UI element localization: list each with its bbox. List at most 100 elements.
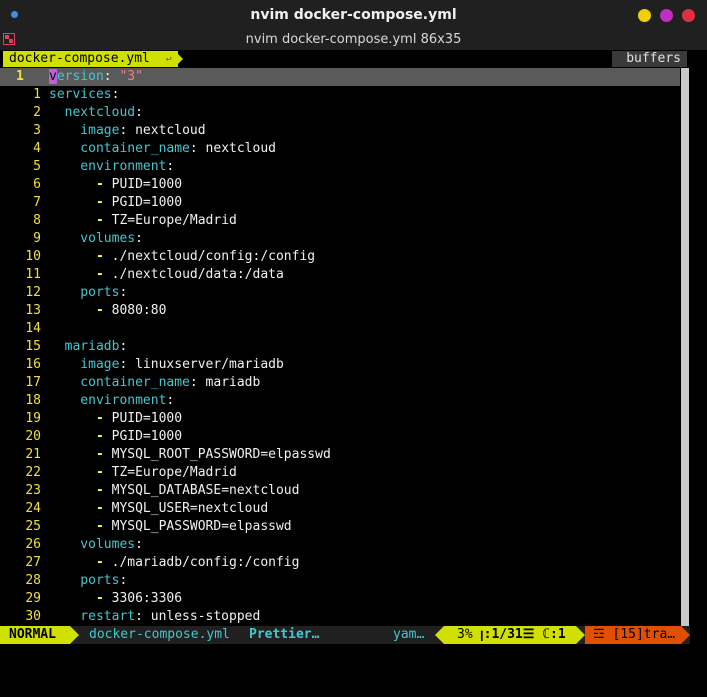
line-number: 5 — [33, 159, 41, 174]
line-content: - MYSQL_ROOT_PASSWORD=elpasswd — [49, 446, 331, 464]
token: - — [49, 303, 112, 318]
line-content: - ./nextcloud/data:/data — [49, 266, 284, 284]
line-number: 3 — [33, 123, 41, 138]
token: MYSQL_PASSWORD=elpasswd — [111, 519, 292, 534]
token: - — [49, 177, 112, 192]
line-content: image: linuxserver/mariadb — [49, 356, 284, 374]
token: MYSQL_USER=nextcloud — [111, 501, 269, 516]
code-line[interactable]: 18 environment: — [0, 392, 680, 410]
terminal-icon — [3, 33, 15, 45]
code-line[interactable]: 19 - PUID=1000 — [0, 410, 680, 428]
code-line[interactable]: 28 ports: — [0, 572, 680, 590]
line-content: nextcloud: — [49, 104, 143, 122]
code-line[interactable]: 11 - ./nextcloud/data:/data — [0, 266, 680, 284]
code-line[interactable]: 16 image: linuxserver/mariadb — [0, 356, 680, 374]
status-trailing-warning: ☲ [15]tra… — [585, 626, 681, 644]
line-number: 1 — [33, 87, 41, 102]
token: : linuxserver/mariadb — [119, 357, 284, 372]
code-line[interactable]: 9 volumes: — [0, 230, 680, 248]
scrollbar[interactable] — [681, 68, 689, 626]
token: MYSQL_DATABASE=nextcloud — [111, 483, 300, 498]
token: : — [111, 87, 120, 102]
line-number: 10 — [25, 249, 41, 264]
token: - — [49, 483, 112, 498]
token: ersion — [56, 69, 104, 84]
token: : mariadb — [189, 375, 261, 390]
token: - — [49, 501, 112, 516]
code-line[interactable]: 8 - TZ=Europe/Madrid — [0, 212, 680, 230]
line-content: volumes: — [49, 536, 143, 554]
token: - — [49, 411, 112, 426]
token: - — [49, 447, 112, 462]
token: - — [49, 429, 112, 444]
code-line[interactable]: 5 environment: — [0, 158, 680, 176]
code-line[interactable]: 14 — [0, 320, 680, 338]
line-content: - TZ=Europe/Madrid — [49, 212, 237, 230]
line-number: 14 — [25, 321, 41, 336]
token: : — [166, 159, 175, 174]
line-content: - MYSQL_USER=nextcloud — [49, 500, 268, 518]
editor-pane[interactable]: 1 version: "3" 1 services: 2 nextcloud: 3 ima… — [0, 68, 690, 626]
line-content: - 8080:80 — [49, 302, 166, 320]
line-content: environment: — [49, 158, 174, 176]
code-line[interactable]: 24 - MYSQL_USER=nextcloud — [0, 500, 680, 518]
token: PUID=1000 — [111, 177, 183, 192]
line-number: 22 — [25, 465, 41, 480]
text-cursor: v — [49, 69, 57, 84]
tab-label: docker-compose.yml — [9, 51, 150, 66]
buffers-label[interactable]: buffers — [612, 51, 687, 67]
line-number: 27 — [25, 555, 41, 570]
command-line[interactable] — [0, 644, 707, 697]
terminal-tab-title[interactable]: nvim docker-compose.yml 86x35 — [0, 32, 707, 47]
code-line[interactable]: 25 - MYSQL_PASSWORD=elpasswd — [0, 518, 680, 536]
token: - — [49, 267, 112, 282]
tab-docker-compose[interactable]: docker-compose.yml ↩ — [3, 51, 178, 67]
line-content: - MYSQL_DATABASE=nextcloud — [49, 482, 300, 500]
line-content: - ./nextcloud/config:/config — [49, 248, 315, 266]
code-line[interactable]: 4 container_name: nextcloud — [0, 140, 680, 158]
token: container_name — [49, 141, 190, 156]
code-line[interactable]: 22 - TZ=Europe/Madrid — [0, 464, 680, 482]
line-number: 25 — [25, 519, 41, 534]
code-line[interactable]: 13 - 8080:80 — [0, 302, 680, 320]
token: mariadb — [49, 339, 120, 354]
minimize-button[interactable] — [638, 9, 651, 22]
code-line[interactable]: 7 - PGID=1000 — [0, 194, 680, 212]
token: : — [166, 393, 175, 408]
code-line[interactable]: 27 - ./mariadb/config:/config — [0, 554, 680, 572]
code-line[interactable]: 1 services: — [0, 86, 680, 104]
token: ./nextcloud/config:/config — [111, 249, 316, 264]
code-line[interactable]: 15 mariadb: — [0, 338, 680, 356]
token: : — [135, 537, 143, 552]
line-content: environment: — [49, 392, 174, 410]
line-number: 12 — [25, 285, 41, 300]
line-content: volumes: — [49, 230, 143, 248]
line-content: - PGID=1000 — [49, 428, 182, 446]
token: image — [49, 123, 120, 138]
code-line[interactable]: 17 container_name: mariadb — [0, 374, 680, 392]
line-number: 30 — [25, 609, 41, 624]
code-line[interactable]: 10 - ./nextcloud/config:/config — [0, 248, 680, 266]
line-content: ports: — [49, 572, 127, 590]
code-line[interactable]: 23 - MYSQL_DATABASE=nextcloud — [0, 482, 680, 500]
status-filename: docker-compose.yml — [89, 627, 230, 642]
token: volumes — [49, 537, 136, 552]
statusline: NORMAL docker-compose.yml Prettier… yam…… — [0, 626, 690, 644]
code-line[interactable]: 30 restart: unless-stopped — [0, 608, 680, 626]
line-number: 19 — [25, 411, 41, 426]
maximize-button[interactable] — [660, 9, 673, 22]
code-line[interactable]: 26 volumes: — [0, 536, 680, 554]
code-line[interactable]: 2 nextcloud: — [0, 104, 680, 122]
current-line[interactable]: 1 version: "3" — [0, 68, 680, 86]
token: : nextcloud — [189, 141, 276, 156]
token: - — [49, 591, 112, 606]
code-line[interactable]: 29 - 3306:3306 — [0, 590, 680, 608]
token: ports — [49, 573, 120, 588]
code-line[interactable]: 21 - MYSQL_ROOT_PASSWORD=elpasswd — [0, 446, 680, 464]
code-line[interactable]: 12 ports: — [0, 284, 680, 302]
code-line[interactable]: 20 - PGID=1000 — [0, 428, 680, 446]
code-line[interactable]: 6 - PUID=1000 — [0, 176, 680, 194]
close-button[interactable] — [682, 9, 695, 22]
line-content: - PGID=1000 — [49, 194, 182, 212]
code-line[interactable]: 3 image: nextcloud — [0, 122, 680, 140]
